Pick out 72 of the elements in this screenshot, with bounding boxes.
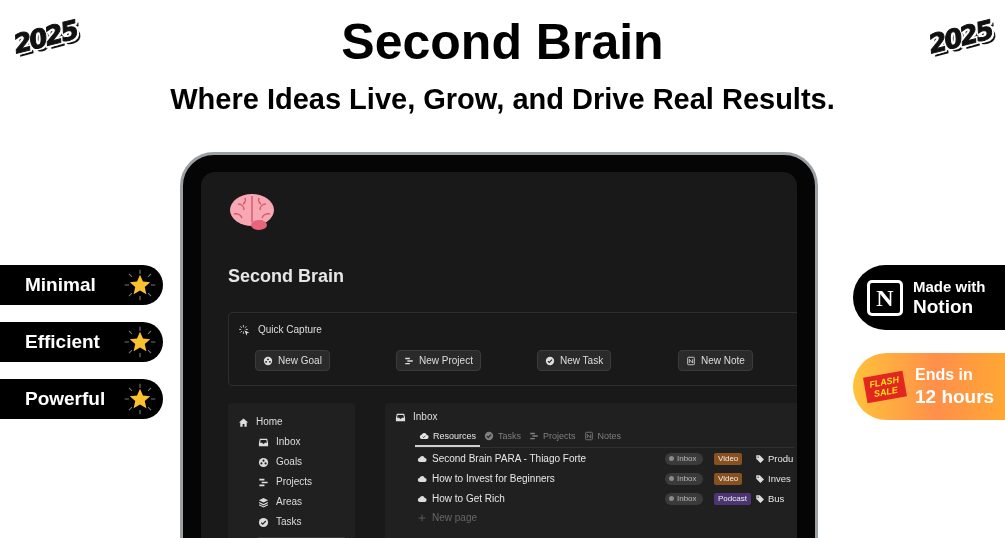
star-icon [123,382,157,416]
cloud-icon [417,493,427,504]
view-tab[interactable]: Notes [579,428,626,447]
inbox-icon [395,411,406,423]
sidebar-item[interactable]: Goals [238,452,345,472]
view-tab[interactable]: Resources [415,428,481,447]
status-pill: Inbox [665,472,703,485]
view-tab[interactable]: Tasks [480,428,526,447]
capture-button[interactable]: New Task [537,350,612,371]
row-title[interactable]: Second Brain PARA - Thiago Forte [417,453,665,464]
page-title: Second Brain [228,265,346,287]
bars-icon [529,431,540,441]
view-tab[interactable]: Projects [525,428,580,447]
page-icon [583,431,594,441]
capture-button[interactable]: New Note [678,350,753,371]
status-pill: Inbox [665,492,703,505]
tagline: Where Ideas Live, Grow, and Drive Real Results. [170,82,835,117]
brain-icon [228,192,276,232]
feature-label: Minimal [25,274,96,296]
type-tag: Video [714,472,743,485]
notion-logo: N [867,279,903,316]
check-circle-icon [484,431,495,441]
sticker-text: 2025 [9,13,81,62]
sidebar-item[interactable]: Inbox [238,432,345,452]
tag-icon [755,453,765,464]
badge-text: Made with [913,277,986,296]
feature-label: Efficient [25,331,100,353]
sidebar-item[interactable]: Tasks [238,512,345,532]
status-dot-icon [669,476,674,481]
sidebar-item[interactable]: Areas [238,492,345,512]
check-circle-icon [258,516,269,528]
row-title[interactable]: How to Invest for Beginners [417,473,665,484]
star-icon [123,325,157,359]
type-tag: Podcast [714,492,751,505]
tag-label: Produ [768,453,794,464]
status-pill: Inbox [665,452,703,465]
feature-label: Powerful [25,388,106,410]
badge-text: Ends in [915,365,974,385]
tag-label: Inves [768,473,791,484]
ball-icon [263,355,273,366]
sidebar-item[interactable]: Projects [238,472,345,492]
capture-button[interactable]: New Project [396,350,481,371]
layers-icon [258,496,269,508]
badge-text: Notion [913,296,975,318]
type-tag: Video [714,452,743,465]
inbox-icon [258,436,269,448]
cloud-icon [417,473,427,484]
cloud-check-icon [419,431,429,441]
headline: Second Brain [341,14,664,70]
capture-button[interactable]: New Goal [255,350,330,371]
status-dot-icon [669,456,674,461]
sparkle-icon [238,323,251,337]
bars-icon [404,355,414,366]
sale-ribbon: FLASH SALE [863,370,907,403]
row-title[interactable]: How to Get Rich [417,493,665,504]
section-title: Quick Capture [258,323,322,337]
plus-icon [417,512,427,523]
cloud-icon [417,453,427,464]
star-icon [123,268,157,302]
page-icon [686,355,696,366]
status-dot-icon [669,496,674,501]
section-title: Inbox [413,410,438,424]
sticker-text: 2025 [924,13,996,62]
badge-text: 12 hours [915,385,995,408]
home-icon [238,416,249,428]
sidebar-item[interactable]: Home [238,412,345,432]
tag-icon [755,493,765,504]
ball-icon [258,456,269,468]
check-circle-icon [545,355,555,366]
tag-icon [755,473,765,484]
bars-icon [258,476,269,488]
tag-label: Bus [768,493,785,504]
